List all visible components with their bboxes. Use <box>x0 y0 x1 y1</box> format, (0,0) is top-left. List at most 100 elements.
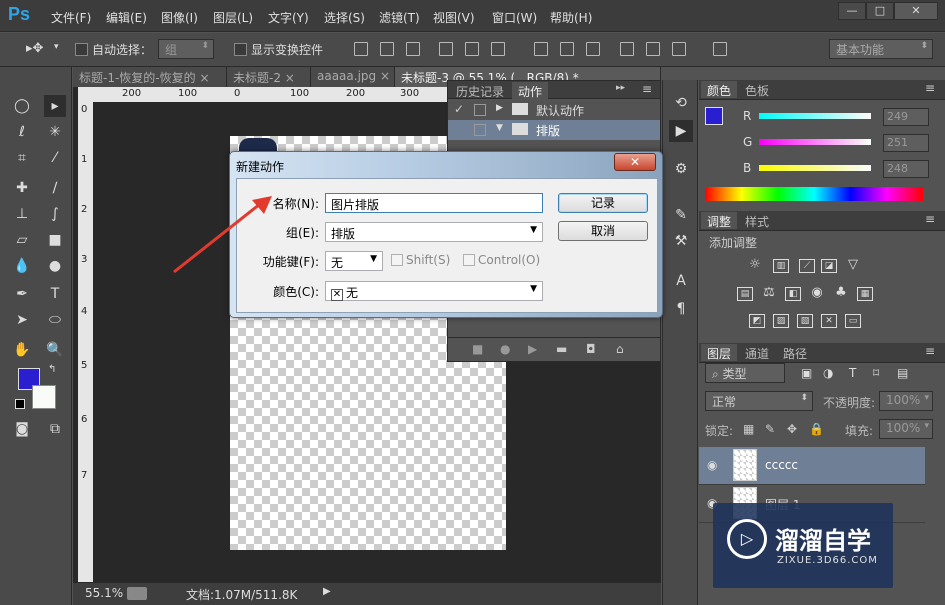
character-icon[interactable]: A <box>669 270 693 292</box>
align-vcenter-icon[interactable] <box>380 42 394 56</box>
group-dropdown[interactable]: 排版 ▼ <box>325 222 543 242</box>
brush-presets-icon[interactable]: ✎ <box>669 204 693 226</box>
shift-checkbox[interactable]: Shift(S) <box>391 253 450 267</box>
close-button[interactable]: ✕ <box>894 2 938 20</box>
brightness-icon[interactable]: ☼ <box>747 258 763 273</box>
control-checkbox[interactable]: Control(O) <box>463 253 540 267</box>
workspace-dropdown[interactable]: 基本功能 ⬍ <box>829 39 933 59</box>
gradient-tool-icon[interactable]: ■ <box>44 229 66 251</box>
fill-field[interactable]: 100% ▾ <box>879 419 933 439</box>
pen-tool-icon[interactable]: ✒ <box>11 283 33 305</box>
eraser-tool-icon[interactable]: ▱ <box>11 229 33 251</box>
collapse-arrow-icon[interactable]: ▼ <box>496 123 503 133</box>
layer-row[interactable]: ◉ ccccc <box>699 447 925 485</box>
color-lookup-icon[interactable]: ▦ <box>857 287 873 301</box>
move-tool-icon[interactable]: ▸ <box>44 95 66 117</box>
b-slider[interactable] <box>759 165 871 171</box>
tab-adjustments[interactable]: 调整 <box>701 212 738 229</box>
tool-presets-icon[interactable]: ⚒ <box>669 230 693 252</box>
r-value[interactable]: 249 <box>883 108 929 126</box>
vibrance-icon[interactable]: ▽ <box>845 258 861 273</box>
marquee-tool-icon[interactable]: ◯ <box>11 95 33 117</box>
tab-paths[interactable]: 路径 <box>777 344 813 361</box>
screen-mode-icon[interactable]: ⧉ <box>44 418 66 440</box>
move-tool-icon[interactable]: ▸✥ <box>26 41 43 56</box>
menu-view[interactable]: 视图(V) <box>433 9 475 26</box>
tab-swatches[interactable]: 色板 <box>739 81 775 98</box>
check-icon[interactable]: ✓ <box>454 102 464 116</box>
tab-history[interactable]: 历史记录 <box>450 82 510 99</box>
new-action-icon[interactable]: ◘ <box>586 342 596 356</box>
distribute-vcenter-icon[interactable] <box>560 42 574 56</box>
record-icon[interactable]: ● <box>500 342 510 356</box>
paragraph-icon[interactable]: ¶ <box>669 298 693 320</box>
filter-adjustment-icon[interactable]: ◑ <box>823 366 833 380</box>
actions-icon[interactable]: ▶ <box>669 120 693 142</box>
cancel-button[interactable]: 取消 <box>558 221 648 241</box>
layer-filter-dropdown[interactable]: ⌕ 类型 <box>705 363 785 383</box>
lasso-tool-icon[interactable]: ℓ <box>11 121 33 143</box>
dialog-toggle-icon[interactable] <box>474 124 486 136</box>
selective-color-icon[interactable]: ✕ <box>821 314 837 328</box>
menu-filter[interactable]: 滤镜(T) <box>379 9 420 26</box>
filter-pixel-icon[interactable]: ▣ <box>801 366 812 380</box>
zoom-tool-icon[interactable]: 🔍 <box>44 339 66 361</box>
show-transform-checkbox[interactable] <box>234 43 247 56</box>
type-tool-icon[interactable]: T <box>44 283 66 305</box>
auto-align-icon[interactable] <box>713 42 727 56</box>
dodge-tool-icon[interactable]: ● <box>44 255 66 277</box>
hue-saturation-icon[interactable]: ▤ <box>737 287 753 301</box>
ellipse-tool-icon[interactable]: ⬭ <box>44 309 66 331</box>
layer-name[interactable]: ccccc <box>765 458 798 472</box>
photo-filter-icon[interactable]: ◉ <box>809 286 825 301</box>
action-set-row[interactable]: ✓ ▶ 默认动作 <box>448 100 660 120</box>
collapse-panel-icon[interactable]: ▸▸ <box>616 83 625 93</box>
posterize-icon[interactable]: ▨ <box>773 314 789 328</box>
eyedropper-tool-icon[interactable]: ⁄ <box>44 147 66 169</box>
distribute-bottom-icon[interactable] <box>586 42 600 56</box>
play-icon[interactable]: ▶ <box>528 342 537 356</box>
align-left-icon[interactable] <box>439 42 453 56</box>
stop-icon[interactable]: ■ <box>472 342 483 356</box>
trash-icon[interactable]: ⌂ <box>616 342 624 356</box>
crop-tool-icon[interactable]: ⌗ <box>11 147 33 169</box>
visibility-eye-icon[interactable]: ◉ <box>707 458 717 472</box>
name-input[interactable]: 图片排版 <box>325 193 543 213</box>
tab-doc-1[interactable]: 标题-1-恢复的-恢复的 × <box>73 67 227 87</box>
filter-smart-icon[interactable]: ▤ <box>897 366 908 380</box>
exposure-icon[interactable]: ◪ <box>821 259 837 273</box>
new-set-icon[interactable]: ▬ <box>556 342 567 356</box>
tool-preset-chevron-icon[interactable]: ▾ <box>54 42 59 52</box>
properties-icon[interactable]: ⚙ <box>669 158 693 180</box>
function-key-dropdown[interactable]: 无 ▼ <box>325 251 383 271</box>
tab-color[interactable]: 颜色 <box>701 81 738 98</box>
menu-image[interactable]: 图像(I) <box>161 9 198 26</box>
default-colors-icon[interactable] <box>15 399 25 409</box>
swap-colors-icon[interactable]: ↰ <box>48 364 56 375</box>
menu-help[interactable]: 帮助(H) <box>550 9 592 26</box>
maximize-button[interactable]: □ <box>866 2 894 20</box>
history-icon[interactable]: ⟲ <box>669 92 693 114</box>
tab-close-icon[interactable]: × <box>380 69 390 83</box>
color-dropdown[interactable]: ✕ 无 ▼ <box>325 281 543 301</box>
curves-icon[interactable]: ⟋ <box>799 259 815 273</box>
r-slider[interactable] <box>759 113 871 119</box>
g-value[interactable]: 251 <box>883 134 929 152</box>
distribute-left-icon[interactable] <box>620 42 634 56</box>
distribute-top-icon[interactable] <box>534 42 548 56</box>
status-share-icon[interactable] <box>127 587 147 600</box>
g-slider[interactable] <box>759 139 871 145</box>
lock-pixels-icon[interactable]: ✎ <box>765 422 775 436</box>
menu-select[interactable]: 选择(S) <box>324 9 365 26</box>
lock-all-icon[interactable]: 🔒 <box>809 422 824 436</box>
filter-type-icon[interactable]: T <box>849 366 856 380</box>
minimize-button[interactable]: — <box>838 2 866 20</box>
distribute-right-icon[interactable] <box>672 42 686 56</box>
black-white-icon[interactable]: ◧ <box>785 287 801 301</box>
invert-icon[interactable]: ◩ <box>749 314 765 328</box>
levels-icon[interactable]: ▥ <box>773 259 789 273</box>
menu-file[interactable]: 文件(F) <box>51 9 91 26</box>
align-right-icon[interactable] <box>491 42 505 56</box>
dialog-close-button[interactable]: ✕ <box>614 153 656 171</box>
path-select-tool-icon[interactable]: ➤ <box>11 309 33 331</box>
